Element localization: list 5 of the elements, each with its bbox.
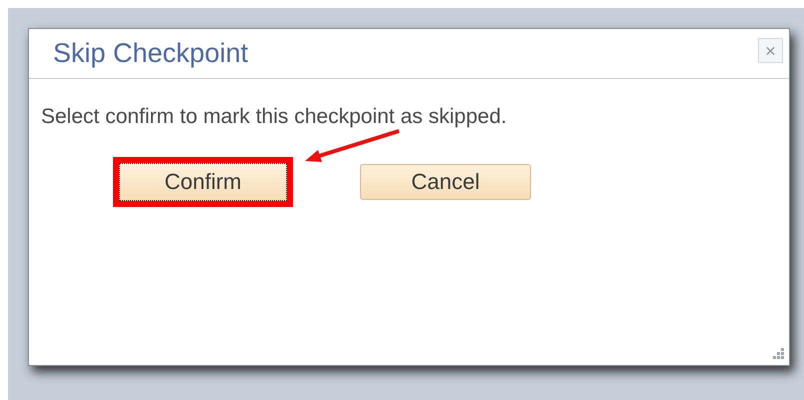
dialog-message: Select confirm to mark this checkpoint as skipped. [41, 105, 508, 129]
dialog-title: Skip Checkpoint [53, 38, 248, 69]
cancel-button[interactable]: Cancel [360, 164, 531, 200]
confirm-button[interactable]: Confirm [119, 163, 287, 201]
resize-grip-icon[interactable] [771, 347, 785, 361]
